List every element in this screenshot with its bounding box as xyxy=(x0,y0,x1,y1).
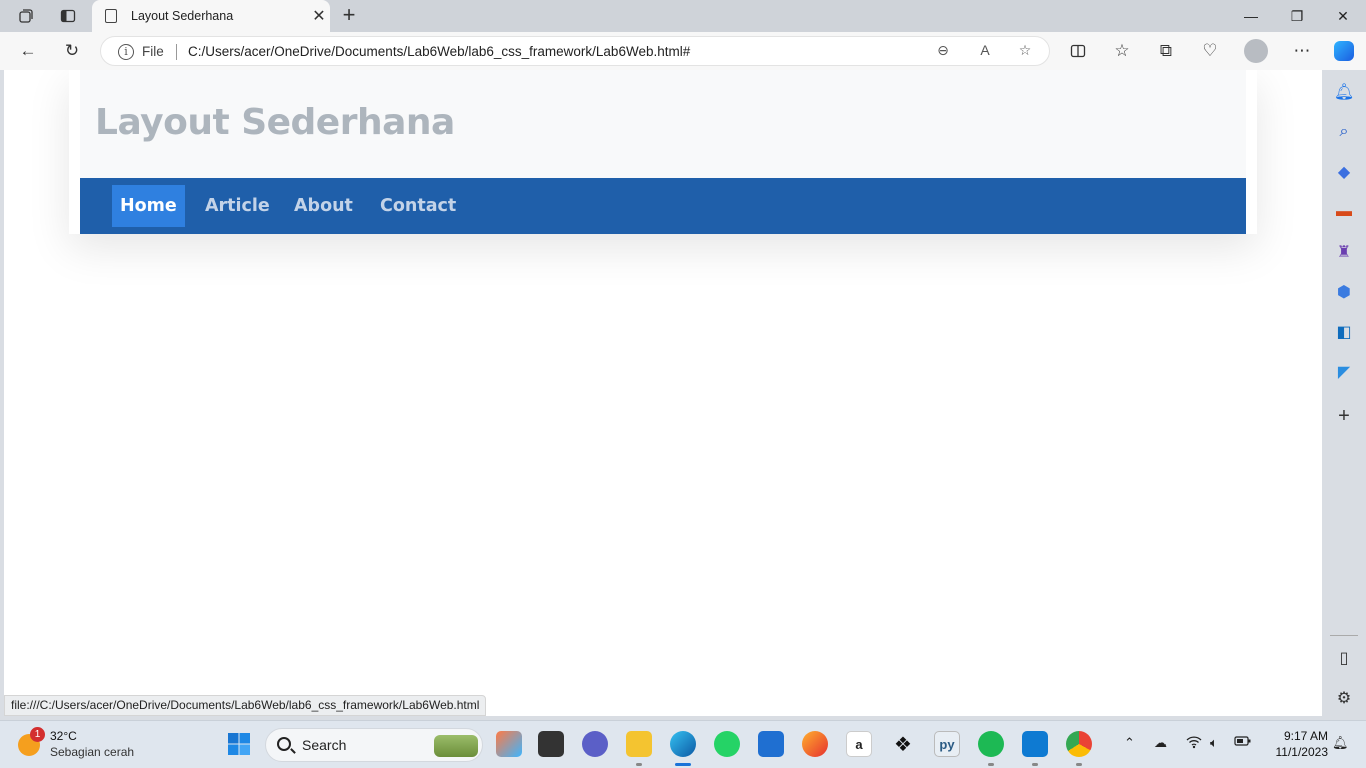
favorite-star-icon[interactable]: ☆ xyxy=(1015,42,1035,62)
site-title: Layout Sederhana xyxy=(95,102,455,143)
vscode-icon[interactable] xyxy=(1022,731,1048,757)
python-file-icon[interactable]: py xyxy=(934,731,960,757)
wifi-icon[interactable] xyxy=(1186,735,1202,752)
whatsapp-icon[interactable] xyxy=(714,731,740,757)
workspaces-icon[interactable] xyxy=(12,4,40,28)
amazon-icon[interactable]: a xyxy=(846,731,872,757)
file-explorer-icon[interactable] xyxy=(626,731,652,757)
onedrive-cloud-icon[interactable]: ☁ xyxy=(1154,735,1167,751)
chrome-icon[interactable] xyxy=(1066,731,1092,757)
profile-avatar[interactable] xyxy=(1242,38,1270,64)
running-indicator xyxy=(1076,763,1082,766)
clock[interactable]: 9:17 AM 11/1/2023 xyxy=(1262,728,1329,760)
running-indicator xyxy=(1032,763,1038,766)
drop-icon[interactable]: ◤ xyxy=(1332,360,1356,384)
dropbox-icon[interactable]: ❖ xyxy=(890,731,916,757)
windows-start-icon[interactable] xyxy=(226,731,252,757)
edge-sidebar: 🔔︎ ⌕ ◆ ▬ ♜ ⬢ ◧ ◤ + ▯ ⚙ xyxy=(1322,70,1366,716)
shopping-tag-icon[interactable]: ◆ xyxy=(1332,160,1356,184)
spotify-icon[interactable] xyxy=(978,731,1004,757)
edge-icon[interactable] xyxy=(670,731,696,757)
teams-chat-icon[interactable] xyxy=(582,731,608,757)
weather-temp: 32°C xyxy=(50,729,77,743)
copilot-icon[interactable] xyxy=(1330,38,1358,64)
favorites-icon[interactable]: ☆ xyxy=(1108,38,1136,64)
search-icon xyxy=(277,737,291,751)
site-container: Layout Sederhana Home Article About Cont… xyxy=(69,70,1257,234)
sidebar-divider xyxy=(1330,635,1358,636)
close-window-button[interactable]: ✕ xyxy=(1320,0,1366,32)
address-divider xyxy=(176,44,177,60)
show-hidden-icons-icon[interactable]: ⌃ xyxy=(1124,735,1135,751)
nav-home[interactable]: Home xyxy=(112,185,185,227)
search-placeholder: Search xyxy=(302,737,347,753)
clock-date: 11/1/2023 xyxy=(1275,745,1329,759)
new-tab-button[interactable]: + xyxy=(338,4,360,28)
site-header: Layout Sederhana xyxy=(80,70,1246,178)
battery-icon[interactable] xyxy=(1234,735,1252,750)
notification-bell-icon[interactable]: 🔔︎ xyxy=(1332,735,1349,751)
games-icon[interactable]: ♜ xyxy=(1332,240,1356,264)
search-highlight-image xyxy=(434,735,478,757)
restore-button[interactable]: ❐ xyxy=(1274,0,1320,32)
address-bar[interactable]: i File C:/Users/acer/OneDrive/Documents/… xyxy=(100,36,1050,66)
tab-active[interactable]: Layout Sederhana ✕ xyxy=(92,0,330,32)
tools-icon[interactable]: ▬ xyxy=(1332,200,1356,224)
browser-essentials-icon[interactable]: ♡ xyxy=(1196,38,1224,64)
close-tab-icon[interactable]: ✕ xyxy=(308,6,330,26)
weather-badge: 1 xyxy=(30,727,45,742)
weather-desc: Sebagian cerah xyxy=(50,745,135,759)
copilot-preview-icon[interactable] xyxy=(496,731,522,757)
address-scheme: File xyxy=(142,44,164,59)
taskbar-search[interactable]: Search xyxy=(265,728,483,762)
minimize-button[interactable]: — xyxy=(1228,0,1274,32)
volume-icon[interactable]: 🔈︎ xyxy=(1210,735,1218,751)
task-view-icon[interactable] xyxy=(538,731,564,757)
nav-article[interactable]: Article xyxy=(197,185,278,227)
collections-icon[interactable]: ⧉ xyxy=(1152,38,1180,64)
active-indicator xyxy=(675,763,691,766)
read-aloud-icon[interactable]: A xyxy=(975,42,995,62)
clock-time: 9:17 AM xyxy=(1283,729,1328,743)
running-indicator xyxy=(636,763,642,766)
add-sidebar-icon[interactable]: + xyxy=(1332,404,1356,428)
back-button[interactable]: ← xyxy=(14,38,42,64)
search-icon[interactable]: ⌕ xyxy=(1332,120,1356,144)
weather-widget[interactable]: 1 32°C Sebagian cerah xyxy=(14,727,164,763)
vertical-tabs-icon[interactable] xyxy=(54,4,82,28)
running-indicator xyxy=(988,763,994,766)
info-icon[interactable]: i xyxy=(118,44,134,60)
microsoft-365-icon[interactable]: ⬢ xyxy=(1332,280,1356,304)
taskbar: 1 32°C Sebagian cerah Search a ❖ py ⌃ ☁ … xyxy=(0,720,1366,768)
browser-toolbar: ← ↻ i File C:/Users/acer/OneDrive/Docume… xyxy=(0,32,1366,70)
tab-strip: Layout Sederhana ✕ + — ❐ ✕ xyxy=(0,0,1366,32)
outlook-icon[interactable]: ◧ xyxy=(1332,320,1356,344)
more-menu-icon[interactable]: ⋯ xyxy=(1288,38,1316,64)
page-icon xyxy=(105,9,117,23)
notification-bell-icon[interactable]: 🔔︎ xyxy=(1332,80,1356,104)
nav-contact[interactable]: Contact xyxy=(372,185,464,227)
site-navbar: Home Article About Contact xyxy=(80,178,1246,234)
nav-about[interactable]: About xyxy=(286,185,361,227)
tab-title: Layout Sederhana xyxy=(131,9,234,23)
store-icon[interactable] xyxy=(758,731,784,757)
split-screen-icon[interactable] xyxy=(1064,38,1092,64)
hide-sidebar-icon[interactable]: ▯ xyxy=(1332,646,1356,670)
firefox-icon[interactable] xyxy=(802,731,828,757)
refresh-button[interactable]: ↻ xyxy=(58,38,86,64)
settings-gear-icon[interactable]: ⚙ xyxy=(1332,686,1356,710)
zoom-out-icon[interactable]: ⊖ xyxy=(933,42,953,62)
status-bar: file:///C:/Users/acer/OneDrive/Documents… xyxy=(4,695,487,716)
address-url[interactable]: C:/Users/acer/OneDrive/Documents/Lab6Web… xyxy=(188,44,690,59)
page-viewport: Layout Sederhana Home Article About Cont… xyxy=(4,70,1322,716)
